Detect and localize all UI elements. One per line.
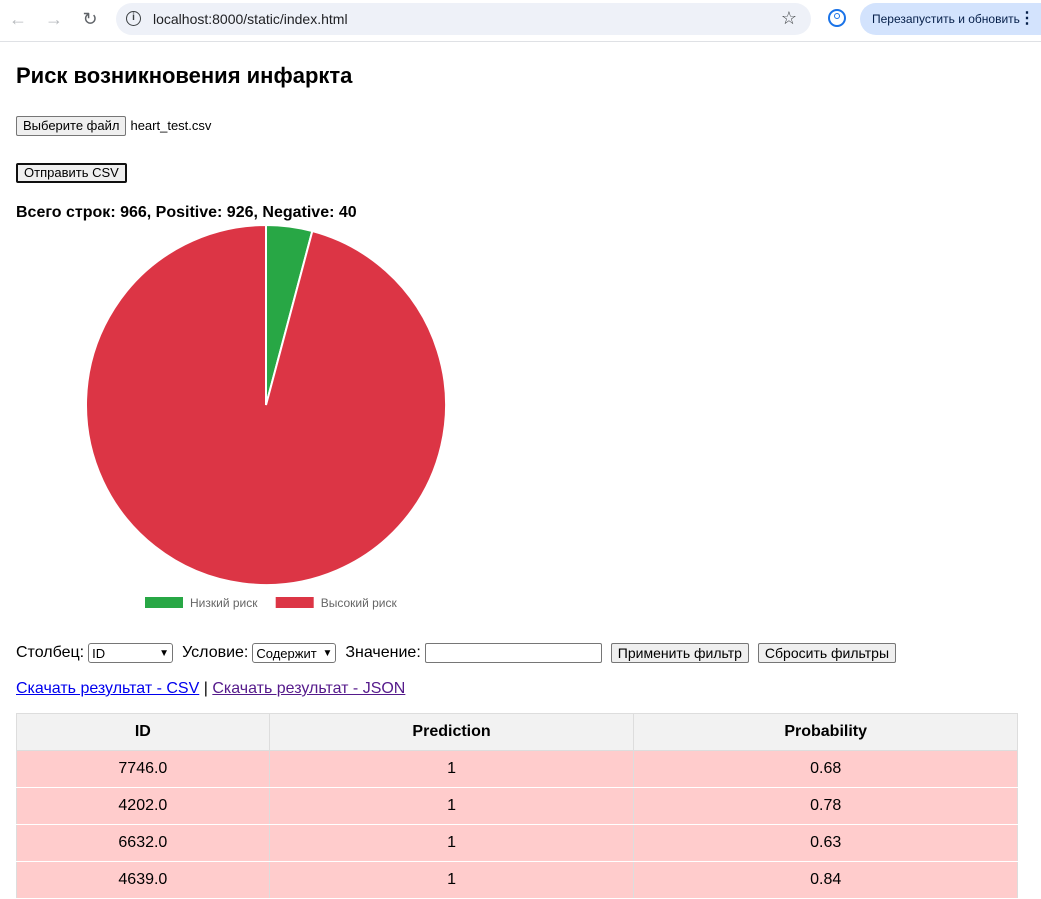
- legend-label-1[interactable]: Высокий риск: [321, 596, 398, 610]
- column-select[interactable]: ID ▼: [88, 643, 174, 663]
- cell-probability: 0.63: [633, 824, 1018, 862]
- risk-pie-chart: Низкий риск Высокий риск: [16, 222, 516, 618]
- cell-prediction: 1: [268, 861, 635, 899]
- filter-value-input[interactable]: [424, 643, 602, 663]
- file-input-row: Выберите файл heart_test.csv: [16, 116, 211, 136]
- chevron-down-icon: ▼: [322, 647, 333, 659]
- cell-probability: 0.68: [633, 750, 1018, 788]
- address-bar[interactable]: i localhost:8000/static/index.html ☆: [116, 3, 811, 35]
- legend-label-0[interactable]: Низкий риск: [190, 596, 258, 610]
- selected-file-name: heart_test.csv: [130, 118, 212, 133]
- url-text[interactable]: localhost:8000/static/index.html: [153, 11, 348, 27]
- results-summary: Всего строк: 966, Positive: 926, Negativ…: [16, 204, 357, 221]
- forward-arrow-icon[interactable]: →: [40, 5, 68, 33]
- cell-id: 4639.0: [16, 861, 270, 899]
- condition-select-value: Содержит: [256, 645, 317, 661]
- link-separator: |: [203, 680, 208, 697]
- cell-prediction: 1: [268, 824, 635, 862]
- column-header-id[interactable]: ID: [16, 713, 270, 751]
- cell-probability: 0.78: [633, 787, 1018, 825]
- table-row: 4202.0 1 0.78: [16, 787, 1018, 825]
- pie-chart-svg: Низкий риск Высокий риск: [85, 223, 447, 610]
- download-links: Скачать результат - CSV | Скачать резуль…: [16, 680, 405, 698]
- cell-probability: 0.84: [633, 861, 1018, 899]
- condition-select[interactable]: Содержит ▼: [252, 643, 337, 663]
- send-csv-button[interactable]: Отправить CSV: [16, 163, 127, 183]
- condition-label: Условие:: [182, 644, 249, 661]
- apply-filter-button[interactable]: Применить фильтр: [610, 643, 749, 663]
- filter-bar: Столбец: ID ▼ Условие: Содержит ▼ Значен…: [16, 643, 905, 663]
- relaunch-label: Перезапустить и обновить: [872, 12, 1020, 26]
- more-menu-icon[interactable]: ⋮: [1019, 3, 1035, 35]
- relaunch-button[interactable]: Перезапустить и обновить ⋮: [860, 3, 1041, 35]
- back-arrow-icon[interactable]: ←: [4, 5, 32, 33]
- chevron-down-icon: ▼: [159, 647, 170, 659]
- legend-swatch-1[interactable]: [275, 597, 314, 608]
- legend-swatch-0[interactable]: [145, 597, 183, 608]
- cell-id: 6632.0: [16, 824, 270, 862]
- column-header-probability[interactable]: Probability: [633, 713, 1018, 751]
- bookmark-star-icon[interactable]: ☆: [781, 8, 797, 29]
- reset-filters-button[interactable]: Сбросить фильтры: [757, 643, 897, 663]
- cell-id: 7746.0: [16, 750, 270, 788]
- page-title: Риск возникновения инфаркта: [16, 63, 353, 88]
- results-table: ID Prediction Probability 7746.0 1 0.68 …: [16, 713, 1018, 899]
- value-label: Значение:: [345, 644, 421, 661]
- table-row: 7746.0 1 0.68: [16, 750, 1018, 788]
- profile-icon[interactable]: [828, 9, 846, 27]
- browser-toolbar: ← → ↻ i localhost:8000/static/index.html…: [0, 0, 1041, 42]
- table-row: 4639.0 1 0.84: [16, 861, 1018, 899]
- cell-prediction: 1: [268, 787, 635, 825]
- table-row: 6632.0 1 0.63: [16, 824, 1018, 862]
- site-info-icon[interactable]: i: [126, 11, 141, 26]
- download-csv-link[interactable]: Скачать результат - CSV: [16, 680, 199, 697]
- pie-slice-1[interactable]: [85, 223, 447, 586]
- cell-id: 4202.0: [16, 787, 270, 825]
- table-header-row: ID Prediction Probability: [16, 713, 1018, 751]
- choose-file-button[interactable]: Выберите файл: [16, 116, 127, 136]
- cell-prediction: 1: [268, 750, 635, 788]
- column-header-prediction[interactable]: Prediction: [268, 713, 635, 751]
- column-label: Столбец:: [16, 644, 85, 661]
- column-select-value: ID: [92, 645, 106, 661]
- send-row: Отправить CSV: [16, 163, 127, 183]
- reload-icon[interactable]: ↻: [76, 5, 104, 33]
- download-json-link[interactable]: Скачать результат - JSON: [212, 680, 405, 697]
